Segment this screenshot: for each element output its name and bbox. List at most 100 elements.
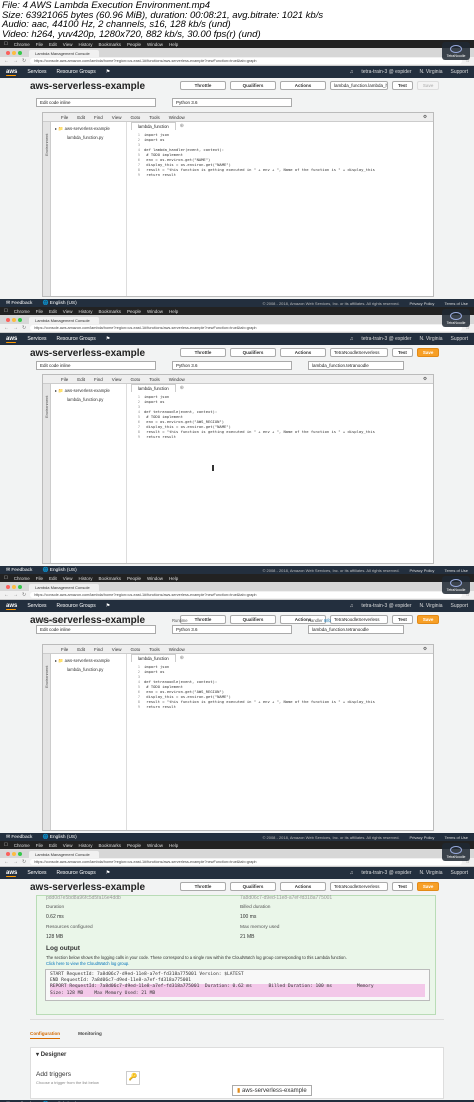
region-menu[interactable]: N. Virginia	[420, 336, 443, 342]
region-menu[interactable]: N. Virginia	[420, 69, 443, 75]
actions-button[interactable]: Actions	[280, 882, 326, 891]
editor-tab[interactable]: lambda_function	[131, 122, 176, 130]
runtime-select[interactable]: Python 3.6	[172, 361, 292, 370]
ide-menu-item[interactable]: Tools	[149, 377, 160, 382]
close-window-icon[interactable]	[6, 50, 10, 55]
menu-app-name[interactable]: Chrome	[14, 42, 30, 47]
file-item[interactable]: lambda_function.py	[55, 667, 122, 672]
editor-area[interactable]: lambda_function ⊕ 1 import json 2 import os 3 4…	[127, 654, 433, 830]
ide-menu-item[interactable]: Edit	[77, 115, 85, 120]
test-event-select[interactable]: TetraNoodleServerless	[330, 348, 388, 357]
reload-icon[interactable]: ↻	[22, 592, 26, 598]
apple-icon[interactable]: 	[4, 842, 8, 848]
ide-menu-item[interactable]: Find	[94, 115, 103, 120]
mac-menu-item[interactable]: Window	[147, 843, 163, 848]
resource-groups-menu[interactable]: Resource Groups	[57, 603, 96, 609]
throttle-button[interactable]: Throttle	[180, 348, 226, 357]
reload-icon[interactable]: ↻	[22, 325, 26, 331]
support-menu[interactable]: Support	[450, 69, 468, 75]
mac-menu-item[interactable]: Bookmarks	[99, 576, 122, 581]
editor-area[interactable]: lambda_function ⊕ 1 import json 2 import os 3 4…	[127, 384, 433, 563]
support-menu[interactable]: Support	[450, 603, 468, 609]
ide-menu-item[interactable]: Window	[169, 115, 185, 120]
save-button[interactable]: Save	[416, 348, 440, 357]
services-menu[interactable]: Services	[27, 603, 46, 609]
gear-icon[interactable]: ⚙	[423, 376, 427, 382]
url-field[interactable]: https://console.aws.amazon.com/lambda/ho…	[30, 859, 462, 865]
reload-icon[interactable]: ↻	[22, 859, 26, 865]
mac-menu-item[interactable]: People	[127, 843, 141, 848]
services-menu[interactable]: Services	[27, 69, 46, 75]
ide-menu-item[interactable]: Find	[94, 647, 103, 652]
mac-menu-item[interactable]: View	[63, 843, 73, 848]
mac-menu-item[interactable]: Edit	[49, 843, 57, 848]
resource-groups-menu[interactable]: Resource Groups	[57, 336, 96, 342]
services-menu[interactable]: Services	[27, 870, 46, 876]
reload-icon[interactable]: ↻	[22, 58, 26, 64]
actions-button[interactable]: Actions	[280, 348, 326, 357]
environment-strip[interactable]: Environment	[43, 654, 51, 830]
folder-item[interactable]: ▸ 📁 aws-serverless-example	[55, 658, 122, 664]
mac-menu-item[interactable]: Edit	[49, 576, 57, 581]
code-entry-select[interactable]: Edit code inline	[36, 625, 156, 634]
mac-menu-item[interactable]: History	[78, 42, 92, 47]
ide-menu-item[interactable]: File	[61, 115, 68, 120]
maximize-window-icon[interactable]	[18, 584, 22, 589]
test-button[interactable]: Test	[392, 882, 413, 891]
add-tab-icon[interactable]: ⊕	[180, 123, 184, 129]
bell-icon[interactable]: ♫	[350, 870, 354, 876]
back-icon[interactable]: ←	[4, 859, 9, 865]
mac-menu-item[interactable]: History	[78, 576, 92, 581]
feedback-link[interactable]: ✉ Feedback	[6, 568, 32, 573]
support-menu[interactable]: Support	[450, 336, 468, 342]
bell-icon[interactable]: ♫	[350, 603, 354, 609]
back-icon[interactable]: ←	[4, 325, 9, 331]
feedback-link[interactable]: ✉ Feedback	[6, 835, 32, 840]
menu-app-name[interactable]: Chrome	[14, 843, 30, 848]
runtime-select[interactable]: Python 3.6	[172, 625, 292, 634]
close-window-icon[interactable]	[6, 584, 10, 589]
editor-tab[interactable]: lambda_function	[131, 384, 176, 392]
maximize-window-icon[interactable]	[18, 317, 22, 322]
key-icon[interactable]: 🔑	[126, 1071, 140, 1085]
gear-icon[interactable]: ⚙	[423, 114, 427, 120]
mac-menu-item[interactable]: History	[78, 843, 92, 848]
tab-configuration[interactable]: Configuration	[30, 1031, 61, 1039]
ide-menu-item[interactable]: Find	[94, 377, 103, 382]
qualifiers-button[interactable]: Qualifiers	[230, 348, 276, 357]
terms-link[interactable]: Terms of Use	[444, 568, 468, 573]
close-window-icon[interactable]	[6, 851, 10, 856]
gear-icon[interactable]: ⚙	[423, 646, 427, 652]
mac-menu-item[interactable]: Bookmarks	[99, 42, 122, 47]
privacy-link[interactable]: Privacy Policy	[410, 568, 435, 573]
bell-icon[interactable]: ♫	[350, 69, 354, 75]
add-tab-icon[interactable]: ⊕	[180, 655, 184, 661]
designer-title[interactable]: ▾ Designer	[36, 1051, 66, 1058]
aws-logo[interactable]: aws	[6, 336, 17, 343]
url-field[interactable]: https://console.aws.amazon.com/lambda/ho…	[30, 592, 462, 598]
pin-icon[interactable]: ⚑	[106, 69, 110, 75]
forward-icon[interactable]: →	[13, 325, 18, 331]
support-menu[interactable]: Support	[450, 870, 468, 876]
ide-menu-item[interactable]: Edit	[77, 647, 85, 652]
save-button[interactable]: Save	[416, 81, 440, 90]
save-button[interactable]: Save	[416, 882, 440, 891]
menu-app-name[interactable]: Chrome	[14, 309, 30, 314]
handler-field[interactable]: lambda_function.tetranoodle	[308, 361, 404, 370]
ide-menu-item[interactable]: Goto	[130, 377, 140, 382]
code-editor-text[interactable]: 1 import json 2 import os 3 4 def tetranoodle(…	[127, 662, 433, 709]
resource-groups-menu[interactable]: Resource Groups	[57, 870, 96, 876]
ide-menu-item[interactable]: Window	[169, 377, 185, 382]
save-button[interactable]: Save	[416, 615, 440, 624]
code-entry-select[interactable]: Edit code inline	[36, 98, 156, 107]
account-menu[interactable]: tetra-train-3 @ expider	[361, 69, 411, 75]
language-selector[interactable]: 🌐 English (US)	[42, 835, 76, 840]
account-menu[interactable]: tetra-train-3 @ expider	[361, 336, 411, 342]
code-entry-select[interactable]: Edit code inline	[36, 361, 156, 370]
region-menu[interactable]: N. Virginia	[420, 870, 443, 876]
pin-icon[interactable]: ⚑	[106, 870, 110, 876]
file-item[interactable]: lambda_function.py	[55, 397, 122, 402]
actions-button[interactable]: Actions	[280, 81, 326, 90]
minimize-window-icon[interactable]	[12, 851, 16, 856]
aws-logo[interactable]: aws	[6, 69, 17, 76]
